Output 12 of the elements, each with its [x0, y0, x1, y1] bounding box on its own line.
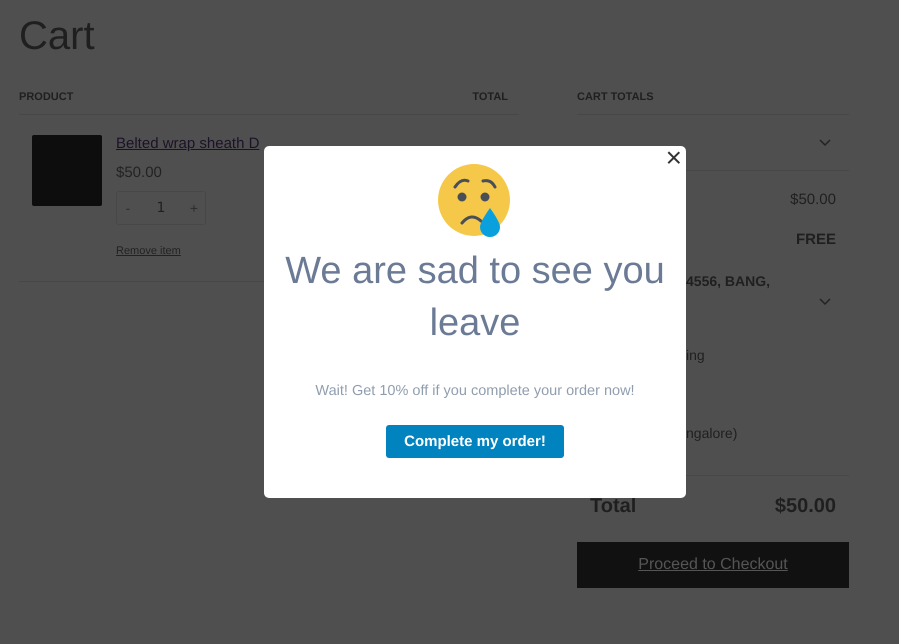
chevron-icon	[819, 298, 831, 306]
offer-message: Wait! Get 10% off if you complete your order now!	[315, 383, 635, 399]
increase-button[interactable]: +	[183, 199, 205, 217]
complete-order-button[interactable]: Complete my order!	[386, 425, 564, 458]
chevron-icon	[819, 138, 831, 146]
close-button[interactable]: ×	[664, 146, 684, 170]
decrease-button[interactable]: -	[117, 199, 139, 217]
photo-placeholder	[32, 135, 102, 206]
crying-face-icon	[437, 163, 513, 239]
modal-heading: We are sad to see you leave	[285, 249, 665, 346]
product-link[interactable]: Belted wrap sheath D	[116, 135, 260, 152]
checkout-button[interactable]: Proceed to Checkout	[577, 542, 849, 588]
